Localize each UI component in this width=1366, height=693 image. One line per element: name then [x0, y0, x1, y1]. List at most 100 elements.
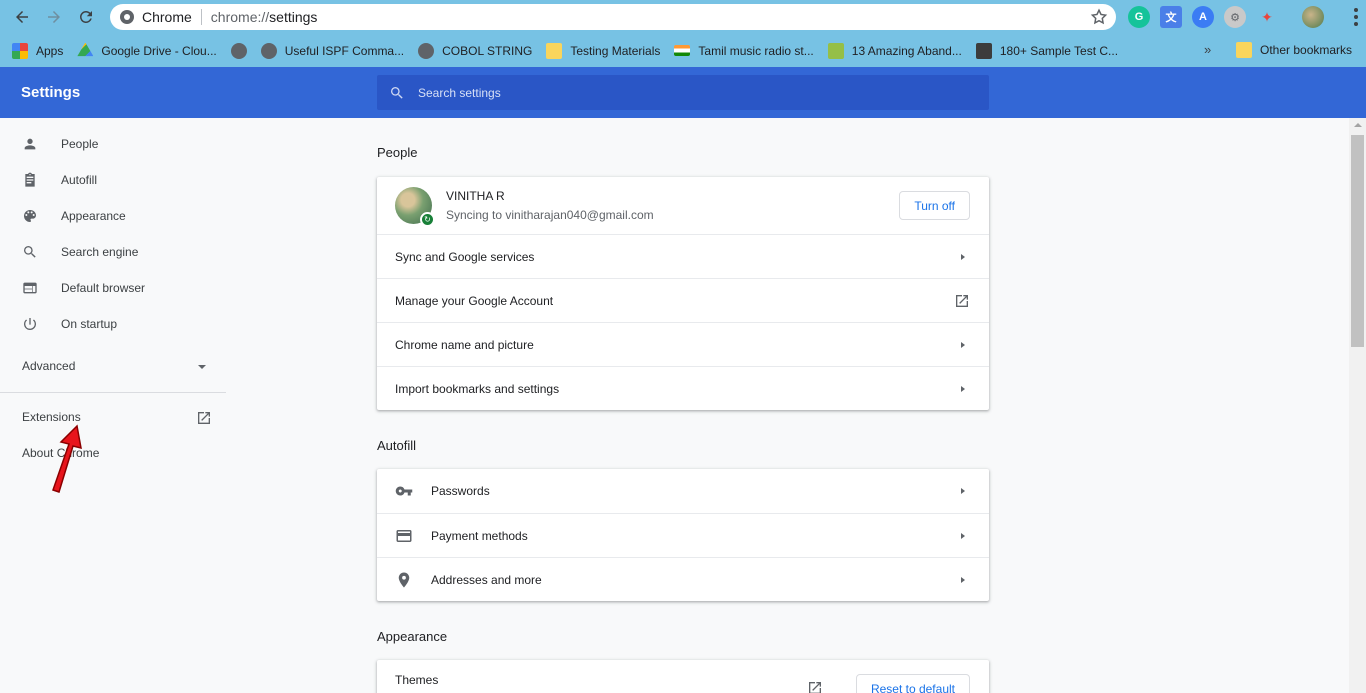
- bookmark-label: Testing Materials: [570, 43, 661, 58]
- advanced-label: Advanced: [22, 359, 76, 373]
- reset-to-default-button[interactable]: Reset to default: [855, 674, 970, 693]
- row-sync-google-services[interactable]: Sync and Google services: [377, 234, 989, 278]
- grammarly-icon[interactable]: G: [1128, 6, 1150, 28]
- forward-button[interactable]: [38, 0, 70, 34]
- bookmark-tamil-radio[interactable]: Tamil music radio st...: [674, 39, 814, 63]
- bookmark-label: Apps: [36, 43, 64, 58]
- sidebar-item-label: Appearance: [61, 209, 126, 223]
- browser-icon: [22, 280, 38, 296]
- chevron-right-icon: [961, 386, 965, 392]
- row-label: Chrome name and picture: [395, 337, 534, 352]
- power-icon: [22, 316, 38, 332]
- globe-icon: [418, 42, 435, 59]
- bookmark-amazing[interactable]: 13 Amazing Aband...: [827, 39, 962, 63]
- chrome-site-icon: [120, 10, 134, 24]
- shopify-icon: [827, 42, 844, 59]
- row-passwords[interactable]: Passwords: [377, 469, 989, 513]
- palette-icon: [22, 208, 38, 224]
- extensions-label: Extensions: [22, 410, 81, 424]
- arrows-ext-icon[interactable]: ✦: [1256, 6, 1278, 28]
- page-scrollbar[interactable]: [1349, 118, 1366, 693]
- chevron-right-icon: [961, 577, 965, 583]
- bookmark-google-drive[interactable]: Google Drive - Clou...: [77, 39, 217, 63]
- bookmark-label: Useful ISPF Comma...: [284, 43, 405, 58]
- address-bar[interactable]: Chrome chrome:// settings: [110, 4, 1116, 30]
- browser-menu-icon[interactable]: [1354, 8, 1358, 26]
- bookmark-testing[interactable]: Testing Materials: [546, 39, 660, 63]
- chevron-right-icon: [961, 342, 965, 348]
- row-label: Payment methods: [431, 528, 528, 543]
- row-label: Themes: [395, 673, 439, 687]
- settings-ext-icon[interactable]: ⚙: [1224, 6, 1246, 28]
- globe-icon: [230, 42, 247, 59]
- back-icon: [16, 11, 28, 23]
- sidebar-item-search-engine[interactable]: Search engine: [0, 234, 226, 270]
- bookmark-other[interactable]: Other bookmarks: [1236, 38, 1352, 62]
- sidebar-item-on-startup[interactable]: On startup: [0, 306, 226, 342]
- bookmark-cobol[interactable]: COBOL STRING: [418, 39, 532, 63]
- omnibox-separator: [200, 9, 202, 25]
- star-icon[interactable]: [1090, 8, 1108, 26]
- profile-avatar-icon[interactable]: [1302, 6, 1324, 28]
- reload-icon: [79, 10, 92, 23]
- account-email: Syncing to vinitharajan040@gmail.com: [446, 208, 654, 222]
- sidebar-item-default-browser[interactable]: Default browser: [0, 270, 226, 306]
- bookmark-label: COBOL STRING: [442, 43, 533, 58]
- translate-icon[interactable]: 文: [1160, 6, 1182, 28]
- people-card: ↻ VINITHA R Syncing to vinitharajan040@g…: [377, 177, 989, 410]
- row-label: Manage your Google Account: [395, 293, 554, 308]
- sidebar-advanced-toggle[interactable]: Advanced: [22, 359, 210, 375]
- row-import-bookmarks[interactable]: Import bookmarks and settings: [377, 366, 989, 410]
- bookmark-label: 13 Amazing Aband...: [851, 43, 962, 58]
- forward-icon: [48, 11, 60, 23]
- sidebar-item-label: On startup: [61, 317, 118, 331]
- section-title-autofill: Autofill: [377, 438, 417, 453]
- search-icon: [22, 244, 38, 260]
- chevron-right-icon: [961, 533, 965, 539]
- sidebar-item-label: Search engine: [61, 245, 139, 259]
- turn-off-button[interactable]: Turn off: [899, 191, 970, 220]
- section-title-people: People: [377, 145, 418, 160]
- bookmark-sample-test[interactable]: 180+ Sample Test C...: [975, 39, 1119, 63]
- row-themes[interactable]: Themes Reset to default: [377, 660, 989, 693]
- account-row: ↻ VINITHA R Syncing to vinitharajan040@g…: [377, 177, 989, 234]
- language-icon[interactable]: A: [1192, 6, 1214, 28]
- open-in-new-icon: [809, 682, 821, 693]
- row-label: Addresses and more: [431, 572, 542, 587]
- row-chrome-name-picture[interactable]: Chrome name and picture: [377, 322, 989, 366]
- account-name: VINITHA R: [446, 189, 505, 203]
- url-scheme: chrome://: [210, 9, 270, 25]
- bookmark-apps[interactable]: Apps: [12, 39, 63, 63]
- key-icon: [395, 482, 413, 500]
- apps-icon: [12, 42, 28, 59]
- caret-down-icon: [198, 365, 206, 369]
- back-button[interactable]: [6, 0, 38, 34]
- bookmark-label: Tamil music radio st...: [698, 43, 814, 58]
- sidebar-item-label: People: [61, 137, 99, 151]
- row-label: Passwords: [431, 484, 490, 498]
- scrollbar-thumb[interactable]: [1351, 135, 1364, 347]
- scroll-up-icon[interactable]: [1354, 123, 1362, 127]
- bookmark-label: 180+ Sample Test C...: [999, 43, 1119, 58]
- bookmark-globe[interactable]: [230, 39, 247, 63]
- sync-icon: ↻: [420, 212, 435, 227]
- bookmarks-bar: Apps Google Drive - Clou... Useful ISPF …: [0, 34, 1366, 67]
- sidebar-item-people[interactable]: People: [0, 126, 226, 162]
- browser-toolbar: Chrome chrome:// settings G 文 A ⚙ ✦: [0, 0, 1366, 34]
- bookmark-label: Google Drive - Clou...: [101, 43, 217, 58]
- globe-icon: [260, 42, 277, 59]
- page-title: Settings: [21, 84, 81, 101]
- bookmark-ispf[interactable]: Useful ISPF Comma...: [260, 39, 405, 63]
- row-payment-methods[interactable]: Payment methods: [377, 513, 989, 557]
- sidebar-item-appearance[interactable]: Appearance: [0, 198, 226, 234]
- sidebar-item-autofill[interactable]: Autofill: [0, 162, 226, 198]
- row-addresses[interactable]: Addresses and more: [377, 557, 989, 601]
- section-title-appearance: Appearance: [377, 629, 448, 644]
- reload-button[interactable]: [70, 0, 102, 34]
- search-input[interactable]: Search settings: [377, 75, 989, 110]
- folder-icon: [1236, 42, 1252, 58]
- settings-header: Settings Search settings: [0, 67, 1366, 118]
- row-manage-google-account[interactable]: Manage your Google Account: [377, 278, 989, 322]
- bookmarks-overflow-button[interactable]: »: [1204, 42, 1211, 57]
- drive-icon: [77, 42, 94, 57]
